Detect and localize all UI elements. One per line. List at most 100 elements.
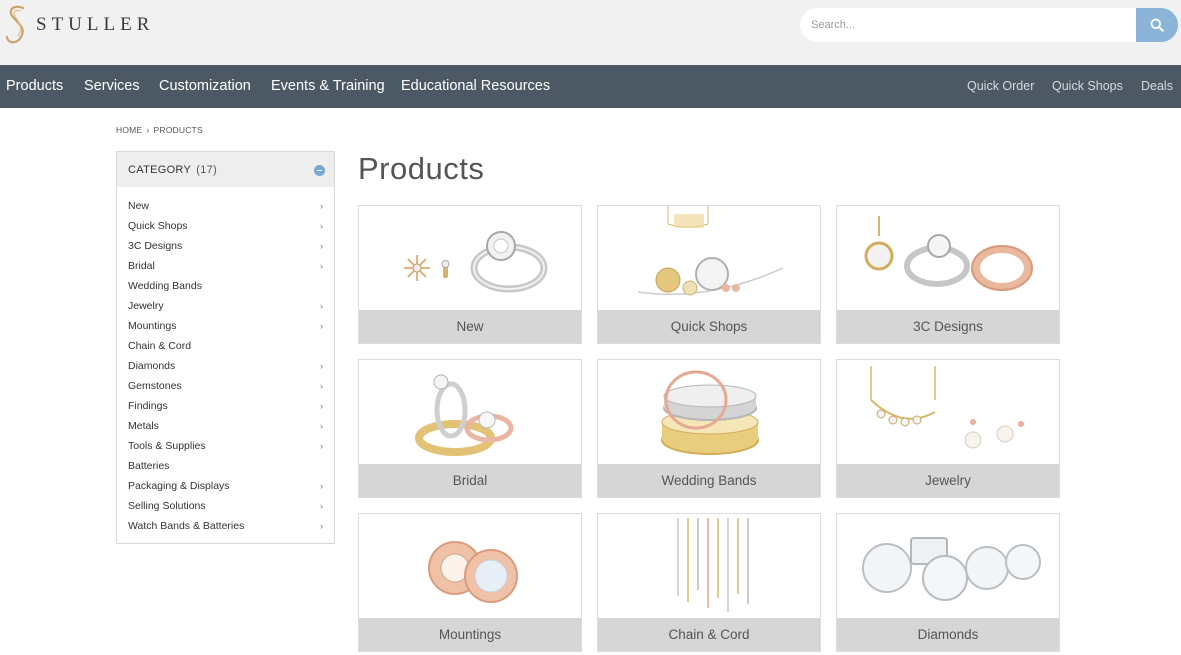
category-item-batteries[interactable]: Batteries — [117, 456, 334, 476]
nav-quick-shops[interactable]: Quick Shops — [1052, 65, 1123, 108]
breadcrumb: HOME › PRODUCTS — [116, 125, 203, 135]
product-tile-wedding-bands[interactable]: Wedding Bands — [597, 359, 821, 498]
quick-shops-image — [637, 206, 784, 296]
nav-item-educational-resources[interactable]: Educational Resources — [401, 65, 550, 108]
category-item-gemstones[interactable]: Gemstones › — [117, 376, 334, 396]
chevron-right-icon[interactable]: › — [320, 476, 323, 496]
product-tile-bridal[interactable]: Bridal — [358, 359, 582, 498]
chevron-right-icon: › — [146, 125, 150, 135]
category-count: (17) — [196, 164, 218, 176]
chain-cord-image — [677, 518, 749, 612]
category-label: Selling Solutions — [128, 500, 206, 512]
product-tile-mountings[interactable]: Mountings — [358, 513, 582, 652]
chevron-right-icon[interactable]: › — [320, 216, 323, 236]
tile-label: Mountings — [359, 618, 581, 651]
category-label: 3C Designs — [128, 240, 183, 252]
chevron-right-icon[interactable]: › — [320, 396, 323, 416]
chevron-right-icon[interactable]: › — [320, 356, 323, 376]
bridal-image — [415, 374, 514, 456]
category-list: New › Quick Shops › 3C Designs › Bridal › We… — [117, 196, 334, 536]
category-item-bridal[interactable]: Bridal › — [117, 256, 334, 276]
tile-label: Jewelry — [837, 464, 1059, 497]
chevron-right-icon[interactable]: › — [320, 436, 323, 456]
nav-item-products[interactable]: Products — [6, 65, 63, 108]
category-label: Metals — [128, 420, 159, 432]
category-item-diamonds[interactable]: Diamonds › — [117, 356, 334, 376]
stuller-logo[interactable]: STULLER — [4, 4, 154, 46]
category-label: Watch Bands & Batteries — [128, 520, 245, 532]
category-label: Diamonds — [128, 360, 176, 372]
chevron-right-icon[interactable]: › — [320, 236, 323, 256]
search-bar — [800, 8, 1178, 42]
search-icon — [1150, 18, 1164, 32]
category-item-new[interactable]: New › — [117, 196, 334, 216]
collapse-minus-icon[interactable] — [314, 165, 325, 176]
product-tile-3c-designs[interactable]: 3C Designs — [836, 205, 1060, 344]
category-item-jewelry[interactable]: Jewelry › — [117, 296, 334, 316]
3c-designs-image — [864, 216, 1033, 291]
category-item-selling-solutions[interactable]: Selling Solutions › — [117, 496, 334, 516]
category-item-mountings[interactable]: Mountings › — [117, 316, 334, 336]
tile-label: Wedding Bands — [598, 464, 820, 497]
search-button[interactable] — [1136, 8, 1178, 42]
chevron-right-icon[interactable]: › — [320, 496, 323, 516]
category-item-metals[interactable]: Metals › — [117, 416, 334, 436]
main-nav: Products Services Customization Events &… — [0, 65, 1181, 108]
chevron-right-icon[interactable]: › — [320, 516, 323, 536]
category-label: Batteries — [128, 460, 170, 472]
nav-item-events-training[interactable]: Events & Training — [271, 65, 385, 108]
category-label: Chain & Cord — [128, 340, 192, 352]
category-label: Gemstones — [128, 380, 182, 392]
tile-label: New — [359, 310, 581, 343]
category-label: Wedding Bands — [128, 280, 202, 292]
product-tile-diamonds[interactable]: Diamonds — [836, 513, 1060, 652]
category-label: Mountings — [128, 320, 177, 332]
chevron-right-icon[interactable]: › — [320, 296, 323, 316]
search-input[interactable] — [800, 8, 1136, 42]
nav-item-services[interactable]: Services — [84, 65, 140, 108]
diamonds-image — [862, 537, 1041, 601]
chevron-right-icon[interactable]: › — [320, 316, 323, 336]
nav-deals[interactable]: Deals — [1141, 65, 1173, 108]
category-item-3c-designs[interactable]: 3C Designs › — [117, 236, 334, 256]
site-header: STULLER — [0, 0, 1181, 65]
category-header[interactable]: CATEGORY (17) — [117, 152, 334, 187]
category-label: Tools & Supplies — [128, 440, 206, 452]
chevron-right-icon[interactable]: › — [320, 376, 323, 396]
category-label: New — [128, 200, 150, 212]
category-item-wedding-bands[interactable]: Wedding Bands — [117, 276, 334, 296]
category-item-quick-shops[interactable]: Quick Shops › — [117, 216, 334, 236]
jewelry-image — [870, 366, 1024, 449]
tile-label: 3C Designs — [837, 310, 1059, 343]
product-tile-chain-cord[interactable]: Chain & Cord — [597, 513, 821, 652]
tile-label: Chain & Cord — [598, 618, 820, 651]
chevron-right-icon[interactable]: › — [320, 256, 323, 276]
product-tile-new[interactable]: New — [358, 205, 582, 344]
category-label: Jewelry — [128, 300, 164, 312]
product-tile-quick-shops[interactable]: Quick Shops — [597, 205, 821, 344]
category-sidebar: CATEGORY (17) New › Quick Shops › 3C Desig… — [116, 151, 335, 544]
category-item-tools-supplies[interactable]: Tools & Supplies › — [117, 436, 334, 456]
nav-quick-order[interactable]: Quick Order — [967, 65, 1034, 108]
new-products-image — [404, 231, 548, 293]
category-title: CATEGORY — [128, 164, 191, 176]
chevron-right-icon[interactable]: › — [320, 416, 323, 436]
category-item-packaging-displays[interactable]: Packaging & Displays › — [117, 476, 334, 496]
category-item-watch-bands-batteries[interactable]: Watch Bands & Batteries › — [117, 516, 334, 536]
nav-item-customization[interactable]: Customization — [159, 65, 251, 108]
category-label: Findings — [128, 400, 168, 412]
page-title: Products — [358, 151, 485, 186]
category-item-findings[interactable]: Findings › — [117, 396, 334, 416]
mountings-image — [428, 541, 518, 603]
tile-label: Diamonds — [837, 618, 1059, 651]
chevron-right-icon[interactable]: › — [320, 196, 323, 216]
category-label: Bridal — [128, 260, 155, 272]
category-label: Packaging & Displays — [128, 480, 230, 492]
breadcrumb-current: PRODUCTS — [153, 125, 203, 135]
breadcrumb-home[interactable]: HOME — [116, 125, 142, 135]
category-label: Quick Shops — [128, 220, 188, 232]
brand-name: STULLER — [36, 14, 155, 35]
product-tile-jewelry[interactable]: Jewelry — [836, 359, 1060, 498]
tile-label: Quick Shops — [598, 310, 820, 343]
category-item-chain-cord[interactable]: Chain & Cord — [117, 336, 334, 356]
